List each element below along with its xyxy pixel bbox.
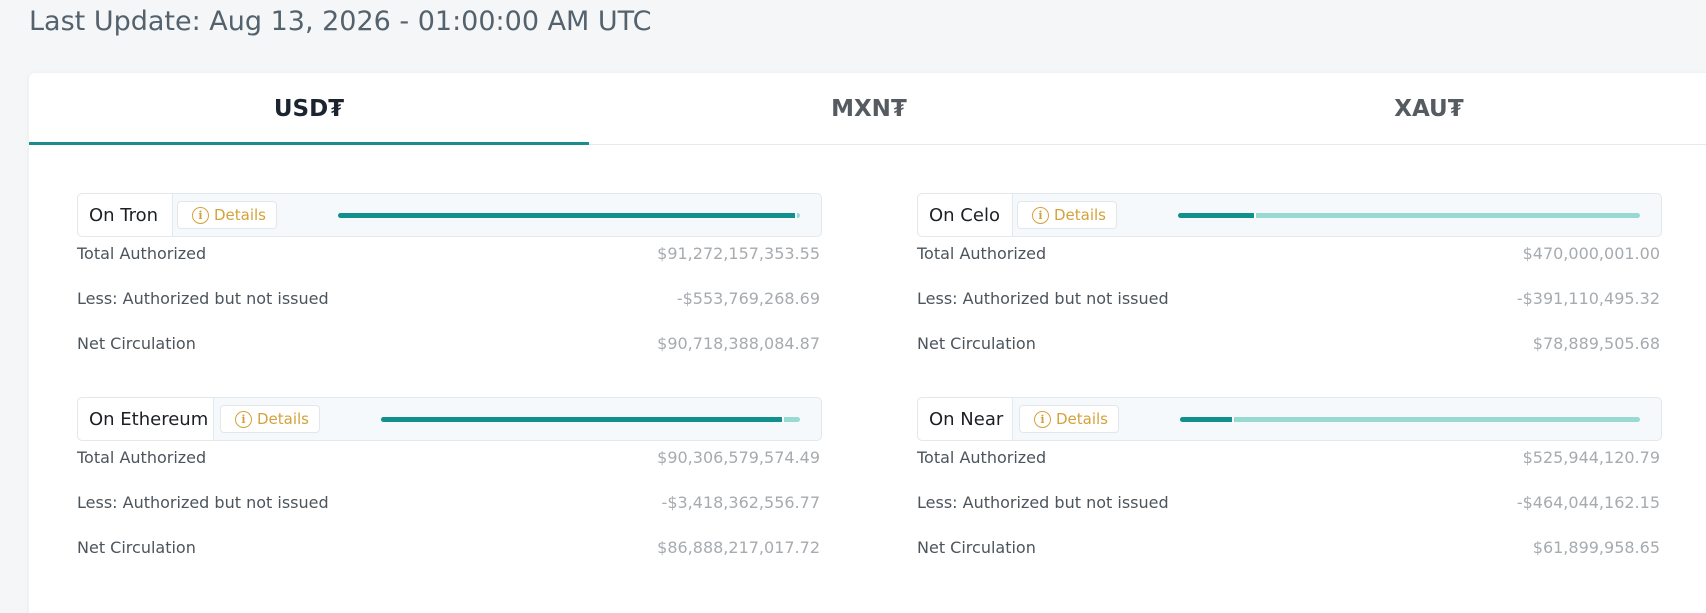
details-button[interactable]: i Details <box>1017 201 1117 229</box>
not-issued-row: Less: Authorized but not issued -$391,11… <box>917 287 1660 309</box>
supply-card: USD₮ MXN₮ XAU₮ On Tron i Details Total A… <box>29 73 1706 613</box>
details-button[interactable]: i Details <box>1019 405 1119 433</box>
circulation-progress-fill <box>338 213 798 218</box>
row-label: Less: Authorized but not issued <box>77 492 329 512</box>
row-value: $86,888,217,017.72 <box>657 537 820 557</box>
circulation-progress-bar <box>1178 213 1640 218</box>
row-label: Total Authorized <box>917 243 1047 263</box>
chain-header: On Near i Details <box>917 397 1662 441</box>
circulation-progress-bar <box>1180 417 1640 422</box>
row-label: Less: Authorized but not issued <box>77 288 329 308</box>
row-label: Net Circulation <box>77 537 196 557</box>
chain-header: On Ethereum i Details <box>77 397 822 441</box>
net-circulation-row: Net Circulation $90,718,388,084.87 <box>77 332 820 354</box>
details-label: Details <box>1056 410 1109 428</box>
info-icon: i <box>1034 410 1051 428</box>
row-label: Less: Authorized but not issued <box>917 288 1169 308</box>
tab-xaut[interactable]: XAU₮ <box>1149 73 1706 144</box>
row-value: -$3,418,362,556.77 <box>661 492 820 512</box>
chain-name: On Near <box>918 398 1013 440</box>
info-icon: i <box>192 206 209 224</box>
net-circulation-row: Net Circulation $86,888,217,017.72 <box>77 536 820 558</box>
net-circulation-row: Net Circulation $61,899,958.65 <box>917 536 1660 558</box>
not-issued-row: Less: Authorized but not issued -$464,04… <box>917 491 1660 513</box>
row-label: Total Authorized <box>77 447 207 467</box>
chain-name: On Tron <box>78 194 173 236</box>
details-label: Details <box>1054 206 1107 224</box>
row-label: Total Authorized <box>917 447 1047 467</box>
details-label: Details <box>214 206 267 224</box>
circulation-progress-bar <box>381 417 800 422</box>
chain-header: On Tron i Details <box>77 193 822 237</box>
net-circulation-row: Net Circulation $78,889,505.68 <box>917 332 1660 354</box>
chain-name: On Ethereum <box>78 398 214 440</box>
row-label: Net Circulation <box>77 333 196 353</box>
chain-name: On Celo <box>918 194 1013 236</box>
total-authorized-row: Total Authorized $525,944,120.79 <box>917 446 1660 468</box>
total-authorized-row: Total Authorized $470,000,001.00 <box>917 242 1660 264</box>
row-value: $470,000,001.00 <box>1522 243 1660 263</box>
row-value: $90,306,579,574.49 <box>657 447 820 467</box>
row-value: $61,899,958.65 <box>1532 537 1660 557</box>
circulation-progress-fill <box>1178 213 1256 218</box>
details-button[interactable]: i Details <box>177 201 277 229</box>
not-issued-row: Less: Authorized but not issued -$553,76… <box>77 287 820 309</box>
details-label: Details <box>257 410 310 428</box>
details-button[interactable]: i Details <box>220 405 320 433</box>
row-value: $78,889,505.68 <box>1532 333 1660 353</box>
row-value: -$553,769,268.69 <box>676 288 820 308</box>
tab-mxnt[interactable]: MXN₮ <box>589 73 1149 144</box>
row-value: -$464,044,162.15 <box>1516 492 1660 512</box>
circulation-progress-fill <box>1180 417 1235 422</box>
row-value: $525,944,120.79 <box>1522 447 1660 467</box>
circulation-progress-fill <box>381 417 785 422</box>
info-icon: i <box>235 410 252 428</box>
row-label: Total Authorized <box>77 243 207 263</box>
info-icon: i <box>1032 206 1049 224</box>
not-issued-row: Less: Authorized but not issued -$3,418,… <box>77 491 820 513</box>
row-value: $90,718,388,084.87 <box>657 333 820 353</box>
row-value: $91,272,157,353.55 <box>657 243 820 263</box>
chain-header: On Celo i Details <box>917 193 1662 237</box>
total-authorized-row: Total Authorized $90,306,579,574.49 <box>77 446 820 468</box>
total-authorized-row: Total Authorized $91,272,157,353.55 <box>77 242 820 264</box>
row-value: -$391,110,495.32 <box>1516 288 1660 308</box>
row-label: Net Circulation <box>917 333 1036 353</box>
row-label: Net Circulation <box>917 537 1036 557</box>
currency-tabs: USD₮ MXN₮ XAU₮ <box>29 73 1706 145</box>
row-label: Less: Authorized but not issued <box>917 492 1169 512</box>
circulation-progress-bar <box>338 213 800 218</box>
tab-usdt[interactable]: USD₮ <box>29 73 589 145</box>
last-update-text: Last Update: Aug 13, 2026 - 01:00:00 AM … <box>29 6 652 37</box>
